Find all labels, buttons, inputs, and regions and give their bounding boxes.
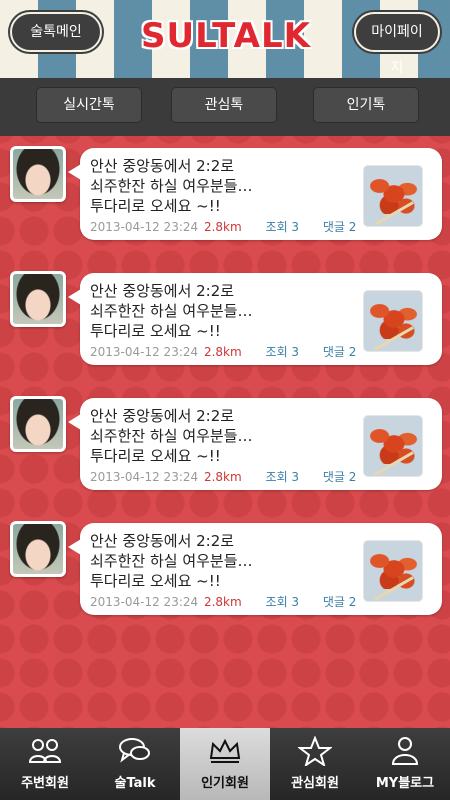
- message-line: 안산 중앙동에서 2:2로: [90, 282, 235, 300]
- people-icon: [28, 739, 62, 763]
- food-thumbnail[interactable]: [363, 415, 423, 477]
- bottom-nav: 주변회원 술Talk 인기회원 관심회원 MY블로그: [0, 728, 450, 800]
- crown-icon: [209, 738, 241, 763]
- nav-label: 주변회원: [21, 776, 69, 791]
- nav-label: MY블로그: [375, 776, 435, 791]
- talk-feed[interactable]: 안산 중앙동에서 2:2로 쇠주한잔 하실 여우분들… 투다리로 오세요 ~!!…: [0, 136, 450, 728]
- reply-count: 댓글 2: [322, 345, 357, 359]
- app-header: 술톡메인 SULTALK 마이페이지: [0, 0, 450, 78]
- message-bubble[interactable]: 안산 중앙동에서 2:2로 쇠주한잔 하실 여우분들… 투다리로 오세요 ~!!…: [68, 273, 442, 365]
- list-item[interactable]: 안산 중앙동에서 2:2로 쇠주한잔 하실 여우분들… 투다리로 오세요 ~!!…: [0, 386, 450, 490]
- message-bubble[interactable]: 안산 중앙동에서 2:2로 쇠주한잔 하실 여우분들… 투다리로 오세요 ~!!…: [68, 148, 442, 240]
- post-date: 2013-04-12 23:24: [90, 470, 199, 484]
- post-date: 2013-04-12 23:24: [90, 345, 199, 359]
- message-line: 쇠주한잔 하실 여우분들…: [90, 302, 253, 320]
- message-bubble[interactable]: 안산 중앙동에서 2:2로 쇠주한잔 하실 여우분들… 투다리로 오세요 ~!!…: [68, 398, 442, 490]
- awning-scallop: [304, 58, 342, 78]
- message-meta: 2013-04-12 23:24 2.8km 조회 3 댓글 2: [90, 593, 356, 610]
- awning-scallop: [190, 58, 228, 78]
- food-image: [370, 299, 418, 339]
- awning-scallop: [342, 58, 380, 78]
- nav-interest-members[interactable]: 관심회원: [270, 728, 360, 800]
- message-line: 안산 중앙동에서 2:2로: [90, 532, 235, 550]
- view-count: 조회 3: [265, 595, 300, 609]
- avatar[interactable]: [10, 396, 66, 452]
- message-line: 안산 중앙동에서 2:2로: [90, 407, 235, 425]
- reply-count: 댓글 2: [322, 595, 357, 609]
- nav-label: 관심회원: [291, 776, 339, 791]
- nav-nearby-members[interactable]: 주변회원: [0, 728, 90, 800]
- message-line: 투다리로 오세요 ~!!: [90, 322, 221, 340]
- food-thumbnail[interactable]: [363, 540, 423, 602]
- awning-scallop: [114, 58, 152, 78]
- message-line: 쇠주한잔 하실 여우분들…: [90, 427, 253, 445]
- tab-interest[interactable]: 관심톡: [171, 87, 277, 123]
- nav-label: 인기회원: [201, 776, 249, 791]
- avatar-photo: [13, 524, 63, 574]
- mypage-button[interactable]: 마이페이지: [354, 12, 440, 76]
- food-thumbnail[interactable]: [363, 290, 423, 352]
- awning-scallop: [38, 58, 76, 78]
- reply-count: 댓글 2: [322, 220, 357, 234]
- food-image: [370, 424, 418, 464]
- awning-scallop: [228, 58, 266, 78]
- message-bubble[interactable]: 안산 중앙동에서 2:2로 쇠주한잔 하실 여우분들… 투다리로 오세요 ~!!…: [68, 523, 442, 615]
- list-item[interactable]: 안산 중앙동에서 2:2로 쇠주한잔 하실 여우분들… 투다리로 오세요 ~!!…: [0, 511, 450, 615]
- awning-scallop: [152, 58, 190, 78]
- avatar[interactable]: [10, 271, 66, 327]
- list-item[interactable]: 안산 중앙동에서 2:2로 쇠주한잔 하실 여우분들… 투다리로 오세요 ~!!…: [0, 136, 450, 240]
- message-line: 투다리로 오세요 ~!!: [90, 197, 221, 215]
- message-text: 안산 중앙동에서 2:2로 쇠주한잔 하실 여우분들… 투다리로 오세요 ~!!: [90, 531, 340, 591]
- main-button[interactable]: 술톡메인: [10, 12, 102, 52]
- app-logo: SULTALK: [140, 16, 311, 56]
- awning-scallop: [266, 58, 304, 78]
- message-line: 투다리로 오세요 ~!!: [90, 447, 221, 465]
- awning-scallop: [418, 58, 450, 78]
- nav-popular-members[interactable]: 인기회원: [180, 728, 270, 800]
- awning-scallop: [0, 58, 38, 78]
- nav-label: 술Talk: [114, 776, 156, 791]
- food-thumbnail[interactable]: [363, 165, 423, 227]
- view-count: 조회 3: [265, 345, 300, 359]
- food-image: [370, 174, 418, 214]
- tab-realtime[interactable]: 실시간톡: [36, 87, 142, 123]
- view-count: 조회 3: [265, 220, 300, 234]
- distance: 2.8km: [203, 470, 242, 484]
- message-text: 안산 중앙동에서 2:2로 쇠주한잔 하실 여우분들… 투다리로 오세요 ~!!: [90, 156, 340, 216]
- message-meta: 2013-04-12 23:24 2.8km 조회 3 댓글 2: [90, 343, 356, 360]
- view-count: 조회 3: [265, 470, 300, 484]
- avatar-photo: [13, 399, 63, 449]
- avatar-photo: [13, 149, 63, 199]
- message-line: 쇠주한잔 하실 여우분들…: [90, 177, 253, 195]
- chat-bubbles-icon: [119, 738, 150, 763]
- tab-popular[interactable]: 인기톡: [313, 87, 419, 123]
- top-tab-bar: 실시간톡 관심톡 인기톡: [0, 78, 450, 136]
- avatar-photo: [13, 274, 63, 324]
- message-line: 쇠주한잔 하실 여우분들…: [90, 552, 253, 570]
- message-line: 안산 중앙동에서 2:2로: [90, 157, 235, 175]
- avatar[interactable]: [10, 521, 66, 577]
- message-line: 투다리로 오세요 ~!!: [90, 572, 221, 590]
- post-date: 2013-04-12 23:24: [90, 595, 199, 609]
- nav-sul-talk[interactable]: 술Talk: [90, 728, 180, 800]
- distance: 2.8km: [203, 220, 242, 234]
- message-meta: 2013-04-12 23:24 2.8km 조회 3 댓글 2: [90, 468, 356, 485]
- distance: 2.8km: [203, 345, 242, 359]
- awning-scallop: [76, 58, 114, 78]
- list-item[interactable]: 안산 중앙동에서 2:2로 쇠주한잔 하실 여우분들… 투다리로 오세요 ~!!…: [0, 261, 450, 365]
- person-icon: [391, 737, 419, 765]
- food-image: [370, 549, 418, 589]
- message-meta: 2013-04-12 23:24 2.8km 조회 3 댓글 2: [90, 218, 356, 235]
- post-date: 2013-04-12 23:24: [90, 220, 199, 234]
- nav-my-blog[interactable]: MY블로그: [360, 728, 450, 800]
- avatar[interactable]: [10, 146, 66, 202]
- star-icon: [298, 736, 332, 766]
- distance: 2.8km: [203, 595, 242, 609]
- reply-count: 댓글 2: [322, 470, 357, 484]
- message-text: 안산 중앙동에서 2:2로 쇠주한잔 하실 여우분들… 투다리로 오세요 ~!!: [90, 406, 340, 466]
- message-text: 안산 중앙동에서 2:2로 쇠주한잔 하실 여우분들… 투다리로 오세요 ~!!: [90, 281, 340, 341]
